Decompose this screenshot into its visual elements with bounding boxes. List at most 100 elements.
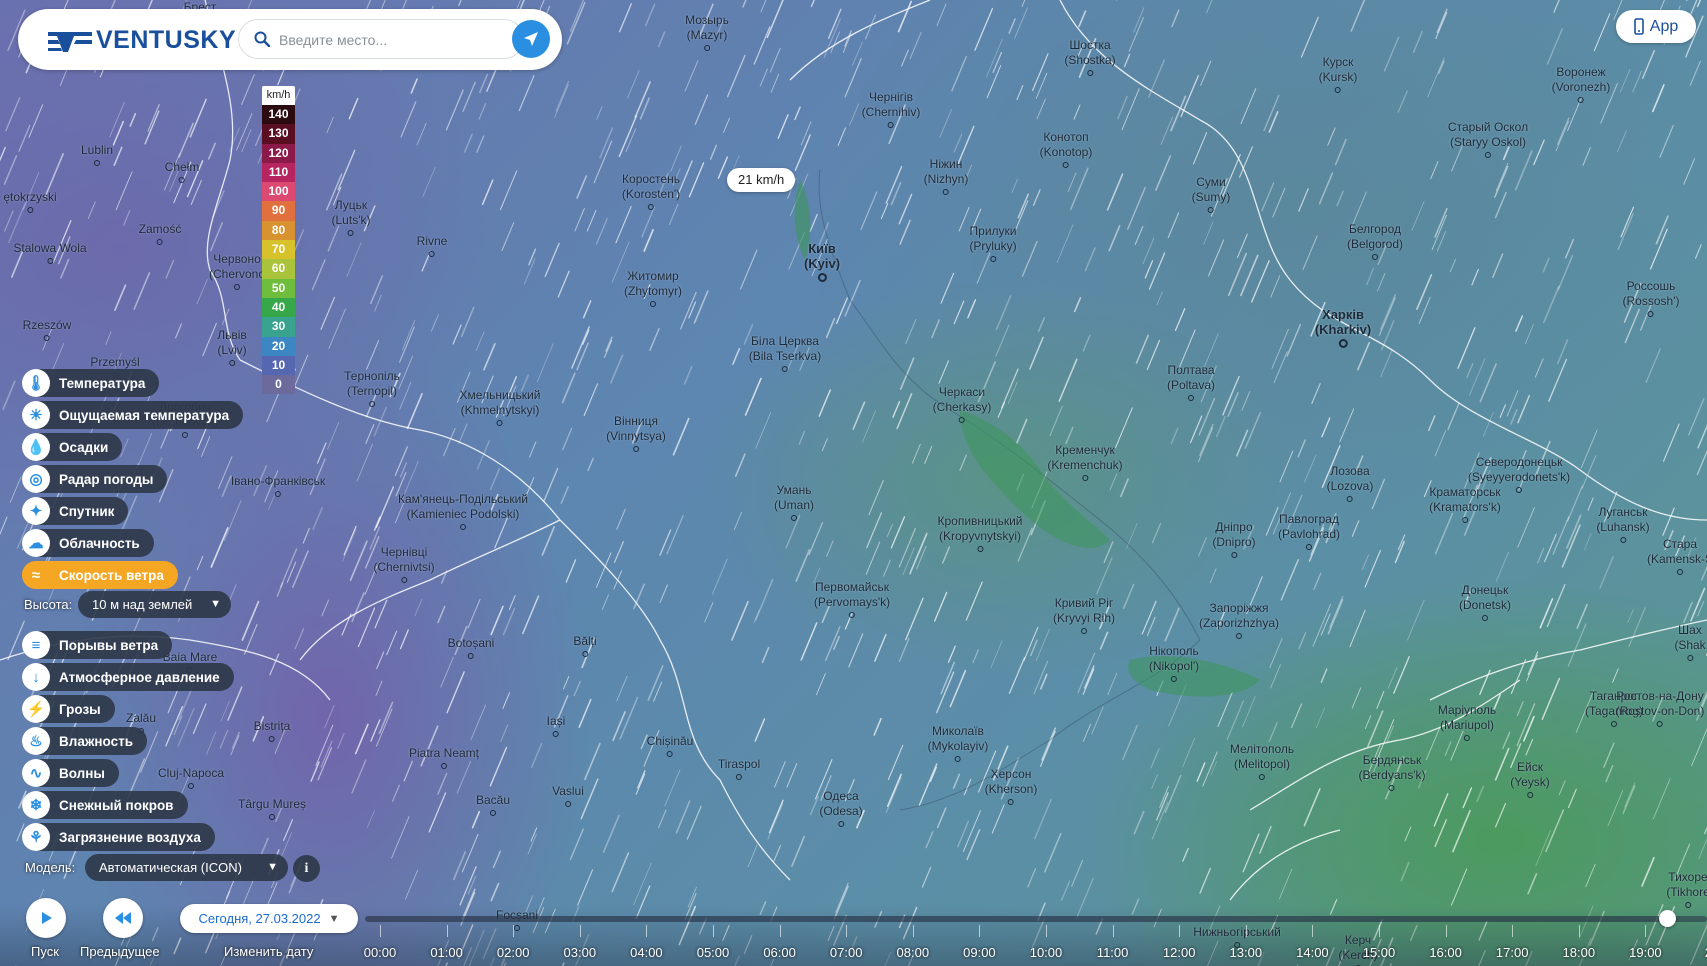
layer-item[interactable]: ≈ Скорость ветра (22, 561, 178, 589)
layer-item[interactable]: ✦ Спутник (22, 497, 129, 525)
city-label: Хмельницький (Khmelnytskyi) (460, 388, 540, 426)
hour-label: 07:00 (829, 945, 863, 960)
layer-label: Облачность (59, 535, 140, 551)
model-select[interactable]: Автоматическая (ICON) ▼ (85, 854, 288, 881)
city-label: Лозова (Lozova) (1327, 464, 1373, 502)
city-translit: (Kremenchuk) (1047, 458, 1123, 472)
height-select[interactable]: 10 м над землей ▼ (78, 591, 231, 618)
layer-label: Температура (59, 375, 146, 391)
layer-item[interactable]: 🌡 Температура (22, 369, 160, 397)
city-marker (1464, 735, 1470, 741)
hour-label: 10:00 (1029, 945, 1063, 960)
layer-item[interactable]: ☀ Ощущаемая температура (22, 401, 244, 429)
city-translit: (Kamieniec Podolski) (406, 507, 520, 521)
city-marker (648, 204, 654, 210)
city-label: Ніжин (Nizhyn) (924, 157, 968, 195)
city-marker (959, 417, 965, 423)
city-name: Первомайськ (814, 580, 889, 594)
city-label: Rivne (417, 234, 447, 257)
city-marker (1484, 152, 1491, 158)
city-name: Миколаїв (932, 724, 984, 738)
city-marker (269, 814, 275, 820)
city-name: Северодонецьк (1475, 455, 1563, 469)
layer-item[interactable]: 💧 Осадки (22, 433, 123, 461)
layer-item[interactable]: ↓ Атмосферное давление (22, 663, 234, 691)
feels-like-icon: ☀ (22, 401, 50, 429)
city-marker (460, 524, 466, 530)
city-name: Київ (808, 241, 836, 256)
layer-item[interactable]: ❄ Снежный покров (22, 791, 188, 819)
city-marker (441, 763, 447, 769)
city-translit: (Ternopil) (346, 384, 398, 398)
city-translit: (Zaporizhzhya) (1198, 616, 1280, 630)
play-button[interactable] (26, 898, 66, 938)
layer-item[interactable]: ∿ Волны (22, 759, 119, 787)
ventusky-logo[interactable]: VENTUSKY (46, 26, 236, 55)
city-name: Bacău (475, 793, 511, 807)
city-label: Івано-Франківськ (231, 474, 325, 497)
city-marker (1647, 311, 1654, 317)
city-translit: (Nikopol') (1148, 659, 1200, 673)
city-marker (157, 239, 163, 245)
city-translit: (Rossosh') (1622, 294, 1680, 308)
city-name: Rzeszów (22, 318, 72, 332)
city-name: Bălți (573, 634, 597, 648)
city-translit: (Syeyyerodonets'k) (1467, 470, 1571, 484)
city-marker (977, 546, 983, 552)
city-marker (782, 366, 788, 372)
city-name: Воронеж (1556, 65, 1606, 79)
layer-item[interactable]: ≡ Порывы ветра (22, 631, 173, 659)
city-translit: (Yeysk) (1510, 775, 1550, 789)
city-name: Cluj-Napoca (157, 766, 225, 780)
city-name: Lublin (80, 143, 114, 157)
city-name: Кам'янець-Подільський (398, 492, 528, 506)
city-label: Ростов-на-Дону (Rostov-on-Don) (1616, 689, 1704, 727)
city-marker (582, 651, 588, 657)
city-translit: (Pavlohrad) (1277, 527, 1341, 541)
chevron-down-icon: ▼ (267, 861, 278, 873)
date-select[interactable]: Сегодня, 27.03.2022 ▼ (180, 904, 358, 933)
hour-label: 01:00 (430, 945, 463, 960)
layer-label: Снежный покров (59, 797, 174, 813)
search-box[interactable] (238, 19, 524, 59)
city-name: Chișinău (646, 734, 694, 748)
city-label: Нікополь (Nikopol') (1149, 644, 1199, 682)
city-label: Rzeszów (22, 318, 72, 341)
city-name: Vaslui (552, 784, 584, 798)
city-name: Маріуполь (1437, 703, 1497, 717)
app-button[interactable]: App (1616, 10, 1696, 43)
city-name: Stalowa Wola (13, 241, 87, 255)
timeline-handle[interactable] (1658, 910, 1676, 927)
city-marker (553, 731, 559, 737)
city-name: Кропивницький (937, 514, 1023, 528)
city-label: Прилуки (Pryluky) (969, 224, 1017, 262)
layer-item[interactable]: ⚡ Грозы (22, 695, 115, 723)
layer-item[interactable]: ♨ Влажность (22, 727, 148, 755)
info-icon[interactable]: i (293, 855, 320, 882)
city-marker (1086, 70, 1093, 76)
city-label: Чернівці (Chernivtsi) (373, 545, 435, 583)
city-marker (888, 122, 894, 128)
wind-speed-legend[interactable]: km/h 140 130 120 110 100 90 80 70 60 50 40 30 20 10 0 (262, 86, 295, 395)
city-name: Чернігів (868, 90, 914, 104)
legend-step: 140 (262, 105, 295, 125)
timeline-track[interactable] (365, 916, 1707, 922)
city-translit: (Zhytomyr) (624, 284, 682, 298)
city-label: Iași (547, 714, 565, 737)
layer-item[interactable]: ☁ Облачность (22, 529, 154, 557)
city-marker (1062, 162, 1069, 168)
drop-icon: 💧 (22, 433, 50, 461)
city-marker (790, 515, 797, 521)
layer-label: Скорость ветра (59, 567, 164, 583)
previous-button[interactable] (103, 898, 143, 938)
search-input[interactable] (279, 28, 509, 52)
locate-button[interactable] (512, 20, 550, 58)
layer-item[interactable]: ◎ Радар погоды (22, 465, 168, 493)
hour-tick (1046, 925, 1047, 937)
wind-map[interactable]: Брест Мозырь (Mazyr) Шостка (Shostka) Курск (K… (0, 0, 1707, 966)
city-label: Чернігів (Chernihiv) (862, 90, 920, 128)
layer-item[interactable]: ⚘ Загрязнение воздуха (22, 823, 215, 851)
city-translit: (Kyiv) (803, 256, 841, 271)
layer-label: Порывы ветра (59, 637, 159, 653)
hour-tick (513, 925, 515, 937)
